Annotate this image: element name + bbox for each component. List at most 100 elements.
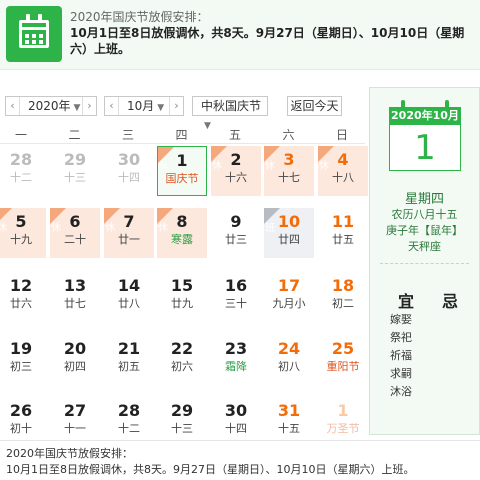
next-month-button[interactable]: ›	[169, 97, 183, 115]
lunar-label: 廿五	[332, 233, 354, 246]
day-cell[interactable]: 休 2 十六	[211, 146, 261, 196]
lunar-label: 十四	[225, 422, 247, 435]
lunar-label: 廿七	[64, 297, 86, 310]
lunar-label: 初十	[10, 422, 32, 435]
day-cell[interactable]: 18 初二	[318, 272, 368, 322]
lunar-label: 十二	[118, 422, 140, 435]
day-cell[interactable]: 30 十四	[104, 146, 154, 196]
day-number: 9	[230, 212, 242, 231]
day-number: 19	[9, 339, 33, 358]
lunar-label: 初五	[118, 360, 140, 373]
calendar-widget: 2020年国庆节放假安排： 10月1日至8日放假调休，共8天。9月27日（星期日…	[0, 0, 480, 480]
day-number: 13	[63, 276, 87, 295]
day-cell[interactable]: 15 廿九	[157, 272, 207, 322]
lunar-label: 初三	[10, 360, 32, 373]
day-number: 12	[9, 276, 33, 295]
month-select[interactable]: 10月 ▼	[127, 97, 164, 117]
day-cell[interactable]: 休 4 十八	[318, 146, 368, 196]
lunar-label: 十三	[171, 422, 193, 435]
day-cell[interactable]: 24 初八	[264, 335, 314, 385]
holiday-note: 2020年国庆节放假安排： 10月1日至8日放假调休，共8天。9月27日（星期日…	[0, 440, 480, 480]
day-cell[interactable]: 21 初五	[104, 335, 154, 385]
day-cell[interactable]: 11 廿五	[318, 208, 368, 258]
lunar-label: 十二	[10, 171, 32, 184]
day-number: 20	[63, 339, 87, 358]
holiday-badge: 休	[211, 146, 227, 172]
day-cell[interactable]: 休 7 廿一	[104, 208, 154, 258]
day-cell[interactable]: 22 初六	[157, 335, 207, 385]
day-cell[interactable]: 16 三十	[211, 272, 261, 322]
weekday-label: 四	[175, 128, 188, 142]
lunar-label: 廿三	[225, 233, 247, 246]
badge-text: 休	[51, 223, 61, 234]
day-number: 11	[331, 212, 355, 231]
day-cell[interactable]: 17 九月小	[264, 272, 314, 322]
day-cell[interactable]: 休 1 国庆节	[157, 146, 207, 196]
panel-day-box: 1	[389, 125, 461, 171]
weekday-label: 六	[282, 128, 295, 142]
lunar-label: 十一	[64, 422, 86, 435]
note-title: 2020年国庆节放假安排：	[6, 447, 133, 460]
weekday-label: 二	[68, 128, 81, 142]
yi-item: 祭祀	[390, 331, 412, 344]
chevron-down-icon: ▼	[157, 103, 165, 113]
day-cell[interactable]: 休 3 十七	[264, 146, 314, 196]
day-number: 30	[224, 401, 248, 420]
day-cell[interactable]: 休 8 寒露	[157, 208, 207, 258]
lunar-label: 廿八	[118, 297, 140, 310]
badge-text: 休	[212, 161, 222, 172]
yi-item: 沐浴	[390, 385, 412, 398]
prev-month-button[interactable]: ‹	[105, 97, 119, 115]
holiday-banner: 2020年国庆节放假安排： 10月1日至8日放假调休，共8天。9月27日（星期日…	[0, 0, 480, 70]
panel-constellation: 天秤座	[408, 240, 441, 253]
return-today-button[interactable]: 返回今天	[287, 96, 342, 116]
day-cell[interactable]: 13 廿七	[50, 272, 100, 322]
holiday-select[interactable]: 中秋国庆节▼	[192, 96, 268, 131]
panel-day-number: 1	[414, 128, 436, 168]
day-number: 23	[224, 339, 248, 358]
note-text: 10月1日至8日放假调休，共8天。9月27日（星期日）、10月10日（星期六）上…	[6, 463, 415, 476]
day-cell[interactable]: 28 十二	[0, 146, 46, 196]
day-cell[interactable]: 班 10 廿四	[264, 208, 314, 258]
yi-item: 嫁娶	[390, 313, 412, 326]
weekday-label: 五	[228, 128, 241, 142]
day-cell[interactable]: 23 霜降	[211, 335, 261, 385]
year-value: 2020年	[28, 99, 71, 113]
next-year-button[interactable]: ›	[82, 97, 96, 115]
lunar-label: 初八	[278, 360, 300, 373]
day-cell[interactable]: 29 十三	[50, 146, 100, 196]
prev-year-button[interactable]: ‹	[6, 97, 20, 115]
day-cell[interactable]: 9 廿三	[211, 208, 261, 258]
lunar-label: 霜降	[225, 360, 247, 373]
day-number: 26	[9, 401, 33, 420]
badge-text: 休	[159, 162, 169, 173]
panel-weekday: 星期四	[404, 192, 444, 207]
day-cell[interactable]: 25 重阳节	[318, 335, 368, 385]
day-cell[interactable]: 14 廿八	[104, 272, 154, 322]
day-number: 29	[170, 401, 194, 420]
panel-ganzhi: 庚子年【鼠年】	[386, 224, 463, 237]
day-cell[interactable]: 休 6 二十	[50, 208, 100, 258]
lunar-label: 三十	[225, 297, 247, 310]
day-number: 1	[337, 401, 349, 420]
day-cell[interactable]: 休 5 十九	[0, 208, 46, 258]
panel-month-header: 2020年10月	[389, 107, 461, 125]
yi-item: 祈福	[390, 349, 412, 362]
day-number: 25	[331, 339, 355, 358]
day-number: 22	[170, 339, 194, 358]
holiday-badge: 休	[104, 208, 120, 234]
weekday-label: 三	[121, 128, 134, 142]
day-cell[interactable]: 20 初四	[50, 335, 100, 385]
year-select[interactable]: 2020年 ▼	[28, 97, 80, 117]
banner-text: 10月1日至8日放假调休，共8天。9月27日（星期日）、10月10日（星期六）上…	[70, 26, 465, 56]
holiday-badge: 休	[0, 208, 12, 234]
day-cell[interactable]: 19 初三	[0, 335, 46, 385]
lunar-label: 十五	[278, 422, 300, 435]
holiday-badge: 休	[264, 146, 280, 172]
day-cell[interactable]: 12 廿六	[0, 272, 46, 322]
month-selector[interactable]: ‹ 10月 ▼ ›	[104, 96, 184, 116]
lunar-label: 九月小	[272, 297, 306, 310]
year-selector[interactable]: ‹ 2020年 ▼ ›	[5, 96, 97, 116]
day-number: 15	[170, 276, 194, 295]
workday-badge: 班	[264, 208, 280, 234]
